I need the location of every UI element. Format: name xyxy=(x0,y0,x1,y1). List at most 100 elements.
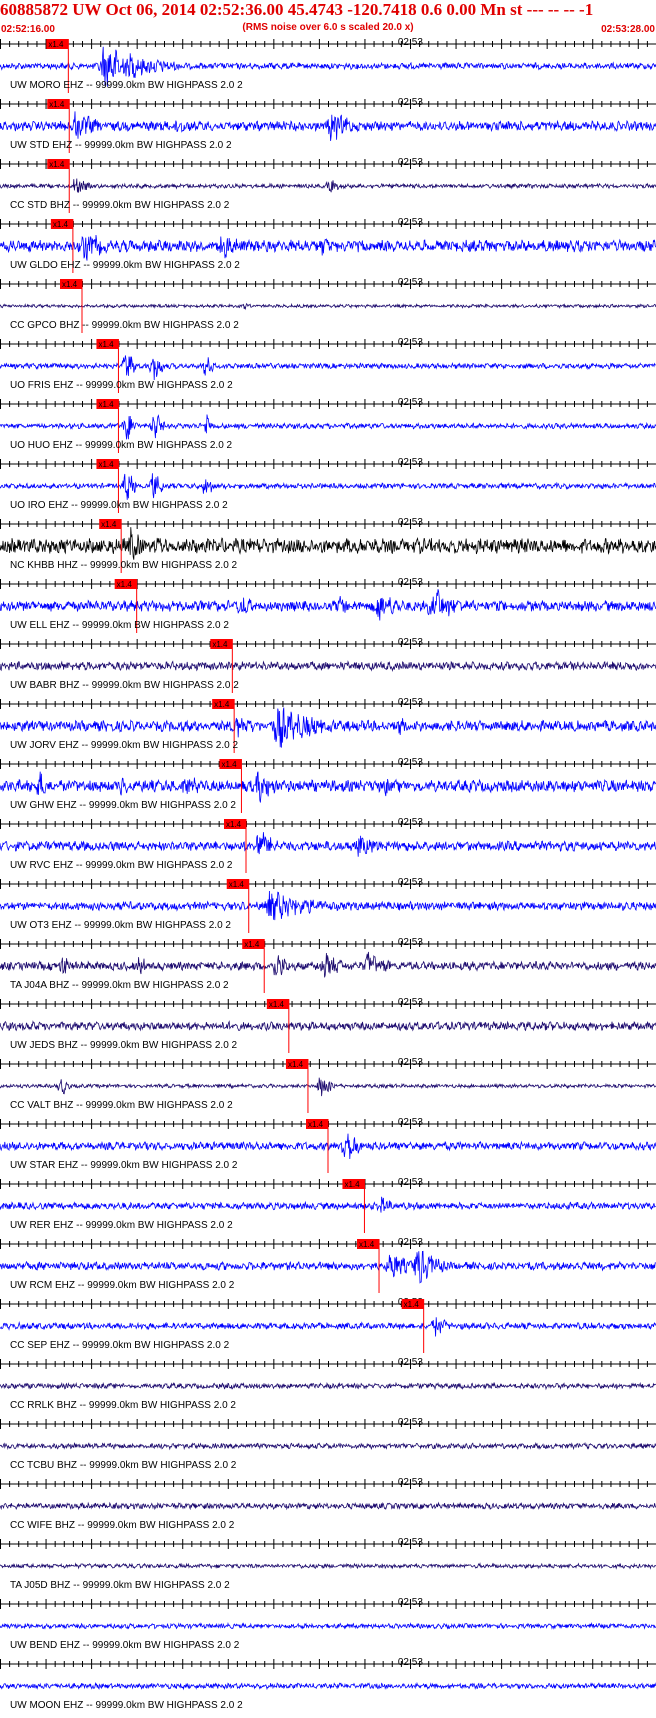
minute-label: 02:53 xyxy=(398,1537,423,1548)
waveform xyxy=(0,1621,656,1630)
pick-label: x1.4 xyxy=(229,880,245,889)
pick-label: x1.4 xyxy=(98,400,114,409)
minute-label: 02:53 xyxy=(398,217,423,228)
waveform xyxy=(0,1077,656,1097)
minute-label: 02:53 xyxy=(398,997,423,1008)
trace-row: 02:53 x1.4 UW GLDO EHZ -- 99999.0km BW HIG… xyxy=(0,217,656,273)
pick-label: x1.4 xyxy=(308,1120,324,1129)
trace-row: 02:53 CC TCBU BHZ -- 99999.0km BW HIGHPAS… xyxy=(0,1417,656,1471)
station-label: TA J05D BHZ -- 99999.0km BW HIGHPASS 2.0… xyxy=(10,1580,230,1591)
trace-row: 02:53 x1.4 UW GHW EHZ -- 99999.0km BW HIGH… xyxy=(0,757,656,813)
pick-label: x1.4 xyxy=(117,580,133,589)
waveform xyxy=(0,1196,656,1213)
station-label: UW JORV EHZ -- 99999.0km BW HIGHPASS 2.0… xyxy=(10,740,238,751)
waveform xyxy=(0,527,656,560)
trace-row: 02:53 x1.4 CC STD BHZ -- 99999.0km BW HIGH… xyxy=(0,157,656,213)
station-label: TA J04A BHZ -- 99999.0km BW HIGHPASS 2.0… xyxy=(10,980,229,991)
station-label: NC KHBB HHZ -- 99999.0km BW HIGHPASS 2.0… xyxy=(10,560,238,571)
waveform xyxy=(0,951,656,978)
station-label: UW STD EHZ -- 99999.0km BW HIGHPASS 2.0 … xyxy=(10,140,232,151)
station-label: UW STAR EHZ -- 99999.0km BW HIGHPASS 2.0… xyxy=(10,1160,238,1171)
minute-label: 02:53 xyxy=(398,1417,423,1428)
minute-label: 02:53 xyxy=(398,457,423,468)
minute-label: 02:53 xyxy=(398,937,423,948)
pick-label: x1.4 xyxy=(288,1060,304,1069)
station-label: UW MORO EHZ -- 99999.0km BW HIGHPASS 2.0… xyxy=(10,80,243,91)
minute-label: 02:53 xyxy=(398,38,423,48)
station-label: UW RER EHZ -- 99999.0km BW HIGHPASS 2.0 … xyxy=(10,1220,233,1231)
waveform xyxy=(0,414,656,440)
seismogram-plot: 02:53 x1.4 UW MORO EHZ -- 99999.0km BW HIG… xyxy=(0,38,656,1711)
minute-label: 02:53 xyxy=(398,517,423,528)
minute-label: 02:53 xyxy=(398,757,423,768)
minute-label: 02:53 xyxy=(398,877,423,888)
trace-row: 02:53 CC WIFE BHZ -- 99999.0km BW HIGHPAS… xyxy=(0,1477,656,1531)
station-label: UW BABR BHZ -- 99999.0km BW HIGHPASS 2.0… xyxy=(10,680,239,691)
pick-label: x1.4 xyxy=(49,100,65,109)
pick-label: x1.4 xyxy=(214,700,230,709)
pick-label: x1.4 xyxy=(98,460,114,469)
minute-label: 02:53 xyxy=(398,697,423,708)
trace-row: 02:53 TA J05D BHZ -- 99999.0km BW HIGHPAS… xyxy=(0,1537,656,1591)
minute-label: 02:53 xyxy=(398,1237,423,1248)
trace-row: 02:53 x1.4 UW RER EHZ -- 99999.0km BW HIGH… xyxy=(0,1177,656,1233)
waveform xyxy=(0,111,656,141)
trace-row: 02:53 x1.4 TA J04A BHZ -- 99999.0km BW HIG… xyxy=(0,937,656,993)
pick-label: x1.4 xyxy=(226,820,242,829)
waveform xyxy=(0,1020,656,1032)
pick-label: x1.4 xyxy=(359,1240,375,1249)
trace-row: 02:53 CC RRLK BHZ -- 99999.0km BW HIGHPAS… xyxy=(0,1357,656,1411)
event-title: 60885872 UW Oct 06, 2014 02:52:36.00 45.… xyxy=(0,0,594,19)
waveform xyxy=(0,1441,656,1451)
minute-label: 02:53 xyxy=(398,1657,423,1668)
pick-label: x1.4 xyxy=(212,640,228,649)
pick-label: x1.4 xyxy=(62,280,78,289)
station-label: CC SEP EHZ -- 99999.0km BW HIGHPASS 2.0 … xyxy=(10,1340,230,1351)
station-label: UO HUO EHZ -- 99999.0km BW HIGHPASS 2.0 … xyxy=(10,440,233,451)
waveform xyxy=(0,1562,656,1570)
trace-row: 02:53 x1.4 UW RVC EHZ -- 99999.0km BW HIGH… xyxy=(0,817,656,873)
minute-label: 02:53 xyxy=(398,1177,423,1188)
minute-label: 02:53 xyxy=(398,277,423,288)
station-label: UW GLDO EHZ -- 99999.0km BW HIGHPASS 2.0… xyxy=(10,260,240,271)
plot-header: 60885872 UW Oct 06, 2014 02:52:36.00 45.… xyxy=(0,0,656,38)
trace-row: 02:53 x1.4 UW MORO EHZ -- 99999.0km BW HIG… xyxy=(0,38,656,93)
trace-row: 02:53x1.4CC SEP EHZ -- 99999.0km BW HIGH… xyxy=(0,1297,656,1353)
waveform xyxy=(0,1681,656,1691)
trace-row: 02:53 x1.4 UW RCM EHZ -- 99999.0km BW HIGH… xyxy=(0,1237,656,1293)
waveform xyxy=(0,890,656,921)
trace-row: 02:53 x1.4 UW STAR EHZ -- 99999.0km BW HIG… xyxy=(0,1117,656,1173)
waveform xyxy=(0,589,656,621)
minute-label: 02:53 xyxy=(398,157,423,168)
trace-row: 02:53 x1.4 UW OT3 EHZ -- 99999.0km BW HIGH… xyxy=(0,877,656,933)
pick-label: x1.4 xyxy=(53,220,69,229)
minute-label: 02:53 xyxy=(398,1357,423,1368)
station-label: UW MOON EHZ -- 99999.0km BW HIGHPASS 2.0… xyxy=(10,1700,243,1711)
pick-label: x1.4 xyxy=(101,520,117,529)
waveform xyxy=(0,832,656,857)
station-label: CC VALT BHZ -- 99999.0km BW HIGHPASS 2.0… xyxy=(10,1100,233,1111)
station-label: CC GPCO BHZ -- 99999.0km BW HIGHPASS 2.0… xyxy=(10,320,239,331)
station-label: UW ELL EHZ -- 99999.0km BW HIGHPASS 2.0 … xyxy=(10,620,229,631)
waveform xyxy=(0,660,656,672)
trace-row: 02:53 x1.4 UO FRIS EHZ -- 99999.0km BW HIG… xyxy=(0,337,656,393)
waveform xyxy=(0,355,656,381)
waveform xyxy=(0,1381,656,1391)
station-label: UO IRO EHZ -- 99999.0km BW HIGHPASS 2.0 … xyxy=(10,500,228,511)
pick-label: x1.4 xyxy=(404,1300,420,1309)
waveform xyxy=(0,302,656,311)
minute-label: 02:53 xyxy=(398,637,423,648)
trace-row: 02:53 x1.4 UW JORV EHZ -- 99999.0km BW HIG… xyxy=(0,697,656,753)
waveform xyxy=(0,1317,656,1337)
station-label: CC WIFE BHZ -- 99999.0km BW HIGHPASS 2.0… xyxy=(10,1520,235,1531)
time-end-label: 02:53:28.00 xyxy=(601,24,655,35)
rms-note: (RMS noise over 6.0 s scaled 20.0 x) xyxy=(242,22,414,33)
station-label: CC STD BHZ -- 99999.0km BW HIGHPASS 2.0 … xyxy=(10,200,230,211)
trace-row: 02:53 UW BEND EHZ -- 99999.0km BW HIGHPAS… xyxy=(0,1597,656,1651)
station-label: UW JEDS BHZ -- 99999.0km BW HIGHPASS 2.0… xyxy=(10,1040,238,1051)
waveform xyxy=(0,771,656,803)
trace-row: 02:53 x1.4 UW JEDS BHZ -- 99999.0km BW HIG… xyxy=(0,997,656,1053)
minute-label: 02:53 xyxy=(398,1477,423,1488)
trace-row: 02:53 x1.4 UW BABR BHZ -- 99999.0km BW HIG… xyxy=(0,637,656,693)
waveform xyxy=(0,178,656,193)
